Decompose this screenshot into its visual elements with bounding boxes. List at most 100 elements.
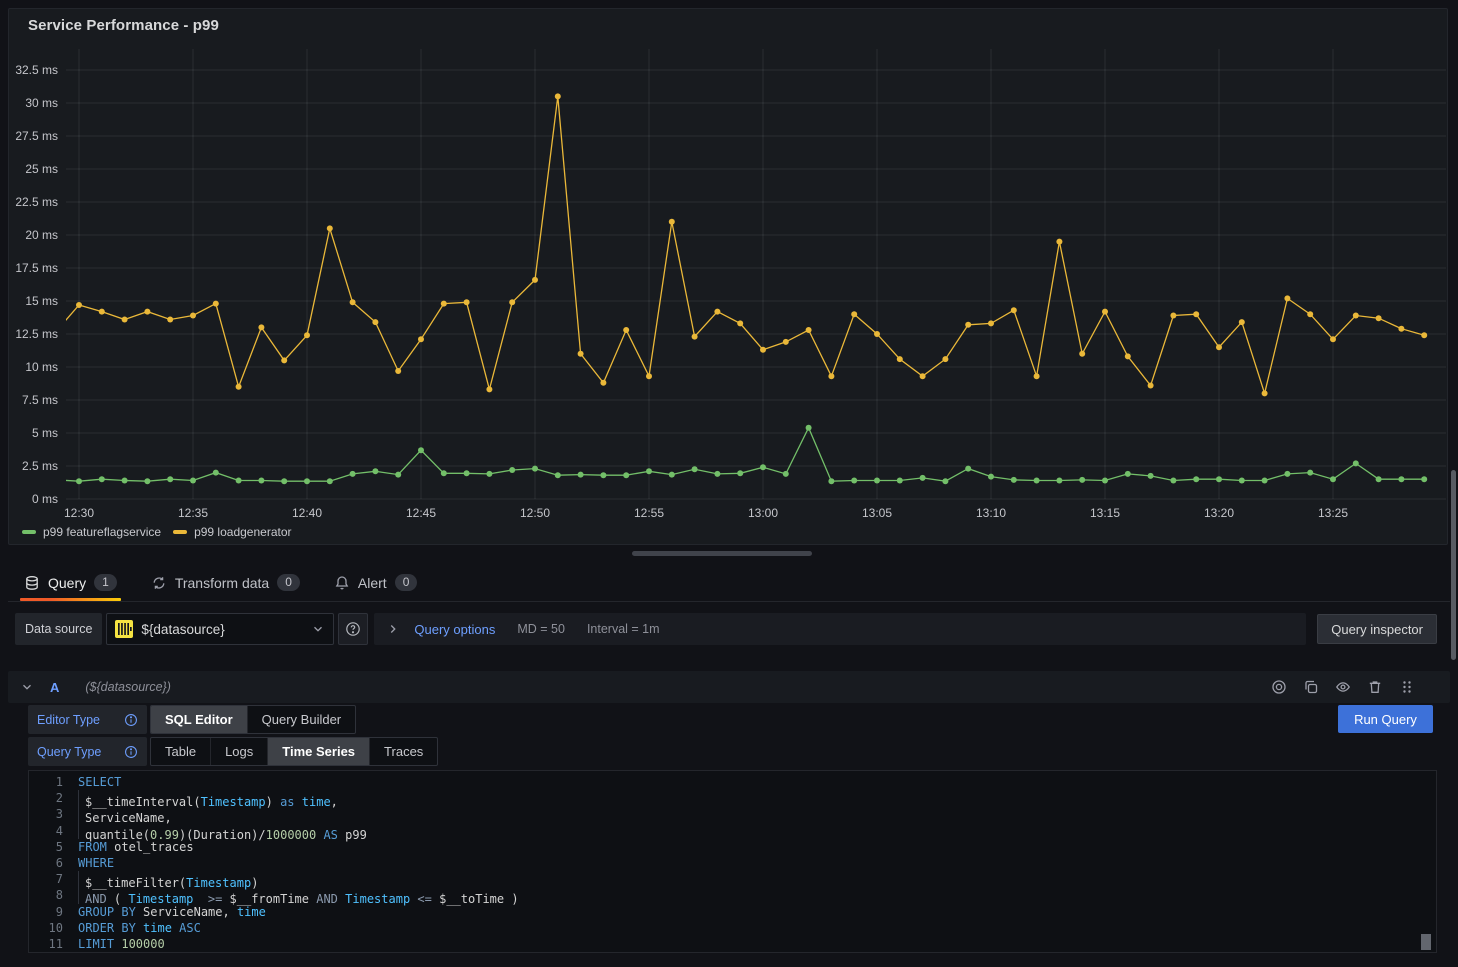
timeseries-panel: Service Performance - p99 0 ms2.5 ms5 ms… — [8, 8, 1448, 545]
tab-transform-data[interactable]: Transform data 0 — [147, 564, 304, 601]
drag-handle-icon[interactable] — [1396, 676, 1418, 698]
editor-type-label: Editor Type — [28, 705, 147, 734]
data-point — [372, 468, 378, 474]
code-text: ServiceName, — [63, 806, 172, 822]
data-point — [122, 478, 128, 484]
code-line[interactable]: 4quantile(0.99)(Duration)/1000000 AS p99 — [29, 823, 1436, 839]
transform-icon — [151, 575, 167, 591]
data-point — [942, 356, 948, 362]
query-type-time-series[interactable]: Time Series — [268, 738, 370, 765]
x-axis-tick: 12:50 — [520, 506, 550, 519]
data-point — [760, 347, 766, 353]
data-point — [236, 478, 242, 484]
code-line[interactable]: 1SELECT — [29, 774, 1436, 790]
data-point — [1079, 477, 1085, 483]
tab-label: Query — [48, 575, 86, 591]
data-point — [555, 472, 561, 478]
data-point — [76, 302, 82, 308]
data-point — [395, 472, 401, 478]
query-type-logs[interactable]: Logs — [211, 738, 268, 765]
editor-tabbar: Query 1 Transform data 0 — [8, 564, 1450, 602]
data-point — [327, 225, 333, 231]
run-query-button[interactable]: Run Query — [1338, 705, 1433, 733]
data-point — [555, 93, 561, 99]
clickhouse-logo-icon — [115, 620, 133, 638]
info-circle-icon[interactable] — [124, 713, 138, 727]
data-point — [509, 299, 515, 305]
datasource-help-button[interactable] — [338, 613, 368, 645]
data-point — [1148, 383, 1154, 389]
legend-item[interactable]: p99 featureflagservice — [22, 525, 161, 539]
data-point — [783, 339, 789, 345]
editor-type-row: Editor Type SQL Editor Query Builder — [28, 705, 356, 734]
hide-query-icon[interactable] — [1332, 676, 1354, 698]
query-inspector-button[interactable]: Query inspector — [1317, 614, 1437, 644]
data-point — [1011, 307, 1017, 313]
tab-alert[interactable]: Alert 0 — [330, 564, 421, 601]
data-point — [1239, 319, 1245, 325]
code-line[interactable]: 7$__timeFilter(Timestamp) — [29, 871, 1436, 887]
query-options-toggle[interactable]: Query options — [414, 622, 495, 637]
legend-label: p99 loadgenerator — [194, 525, 291, 539]
chevron-right-icon[interactable] — [386, 622, 400, 636]
data-point — [1284, 295, 1290, 301]
duplicate-query-icon[interactable] — [1300, 676, 1322, 698]
query-ref-id[interactable]: A — [50, 680, 59, 695]
collapse-chevron-icon[interactable] — [20, 680, 34, 694]
data-point — [897, 356, 903, 362]
code-text: LIMIT 100000 — [63, 936, 165, 952]
y-axis-tick: 20 ms — [25, 228, 58, 242]
sql-code-editor[interactable]: 1SELECT2$__timeInterval(Timestamp) as ti… — [28, 770, 1437, 953]
query-type-traces[interactable]: Traces — [370, 738, 437, 765]
data-point — [1262, 478, 1268, 484]
tab-query[interactable]: Query 1 — [20, 564, 121, 601]
timeseries-chart[interactable]: 0 ms2.5 ms5 ms7.5 ms10 ms12.5 ms15 ms17.… — [9, 39, 1449, 519]
data-point — [828, 373, 834, 379]
tab-label: Transform data — [175, 575, 269, 591]
data-point — [53, 477, 59, 483]
editor-type-query-builder[interactable]: Query Builder — [248, 706, 355, 733]
panel-title: Service Performance - p99 — [28, 17, 219, 34]
data-point — [600, 380, 606, 386]
line-number: 4 — [29, 823, 63, 839]
query-options-strip: Query options MD = 50 Interval = 1m — [374, 613, 1306, 645]
vertical-scrollbar[interactable] — [1451, 470, 1456, 660]
x-axis-tick: 13:25 — [1318, 506, 1348, 519]
disable-query-icon[interactable] — [1268, 676, 1290, 698]
info-circle-icon[interactable] — [124, 745, 138, 759]
data-point — [578, 351, 584, 357]
query-type-label: Query Type — [28, 737, 147, 766]
y-axis-tick: 22.5 ms — [15, 195, 58, 209]
code-line[interactable]: 11LIMIT 100000 — [29, 936, 1436, 952]
code-line[interactable]: 10ORDER BY time ASC — [29, 920, 1436, 936]
data-point — [1079, 351, 1085, 357]
datasource-value: ${datasource} — [141, 622, 303, 637]
legend-item[interactable]: p99 loadgenerator — [173, 525, 291, 539]
data-point — [350, 471, 356, 477]
editor-type-sql-editor[interactable]: SQL Editor — [151, 706, 248, 733]
data-point — [1421, 332, 1427, 338]
data-point — [874, 478, 880, 484]
data-point — [851, 478, 857, 484]
code-line[interactable]: 2$__timeInterval(Timestamp) as time, — [29, 790, 1436, 806]
x-axis-tick: 12:30 — [64, 506, 94, 519]
y-axis-tick: 5 ms — [32, 426, 58, 440]
code-text: $__timeFilter(Timestamp) — [63, 871, 258, 887]
data-point — [692, 334, 698, 340]
horizontal-scrollbar[interactable] — [632, 551, 812, 556]
query-type-table[interactable]: Table — [151, 738, 211, 765]
data-point — [1034, 478, 1040, 484]
code-line[interactable]: 6WHERE — [29, 855, 1436, 871]
data-point — [418, 336, 424, 342]
data-point — [1398, 476, 1404, 482]
delete-query-icon[interactable] — [1364, 676, 1386, 698]
data-point — [988, 320, 994, 326]
y-axis-tick: 7.5 ms — [22, 393, 58, 407]
data-point — [509, 467, 515, 473]
data-point — [760, 464, 766, 470]
code-line[interactable]: 9GROUP BY ServiceName, time — [29, 904, 1436, 920]
data-point — [600, 472, 606, 478]
code-line[interactable]: 8AND ( Timestamp >= $__fromTime AND Time… — [29, 887, 1436, 903]
datasource-picker[interactable]: ${datasource} — [106, 613, 334, 645]
data-point — [988, 474, 994, 480]
